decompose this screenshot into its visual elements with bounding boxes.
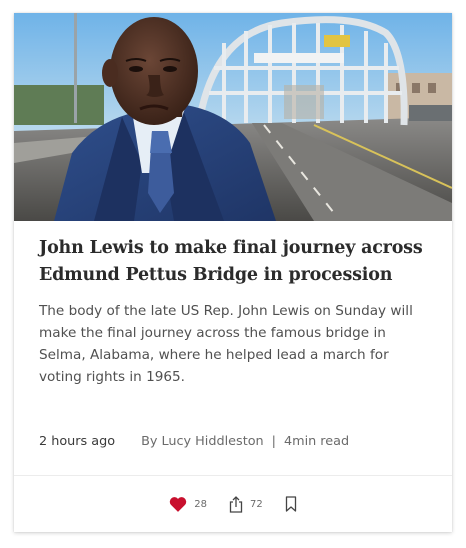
article-image[interactable] [14,13,452,221]
article-card[interactable]: John Lewis to make final journey across … [14,13,452,532]
read-time: 4min read [283,434,350,449]
bookmark-button[interactable] [285,496,297,512]
article-title[interactable]: John Lewis to make final journey across … [39,235,431,289]
share-icon [229,495,243,513]
article-actions: 28 72 [14,476,452,532]
share-button[interactable]: 72 [229,495,263,513]
article-text: John Lewis to make final journey across … [39,235,431,388]
meta-separator: | [271,434,276,449]
author-byline[interactable]: By Lucy Hiddleston [141,434,264,449]
like-count: 28 [194,498,207,510]
article-summary: The body of the late US Rep. John Lewis … [39,303,413,385]
published-time: 2 hours ago [39,434,116,449]
like-button[interactable]: 28 [169,496,207,512]
article-meta: 2 hours ago By Lucy Hiddleston | 4min re… [39,434,439,449]
share-count: 72 [250,498,263,510]
heart-icon [170,497,187,512]
bookmark-icon [285,496,296,512]
